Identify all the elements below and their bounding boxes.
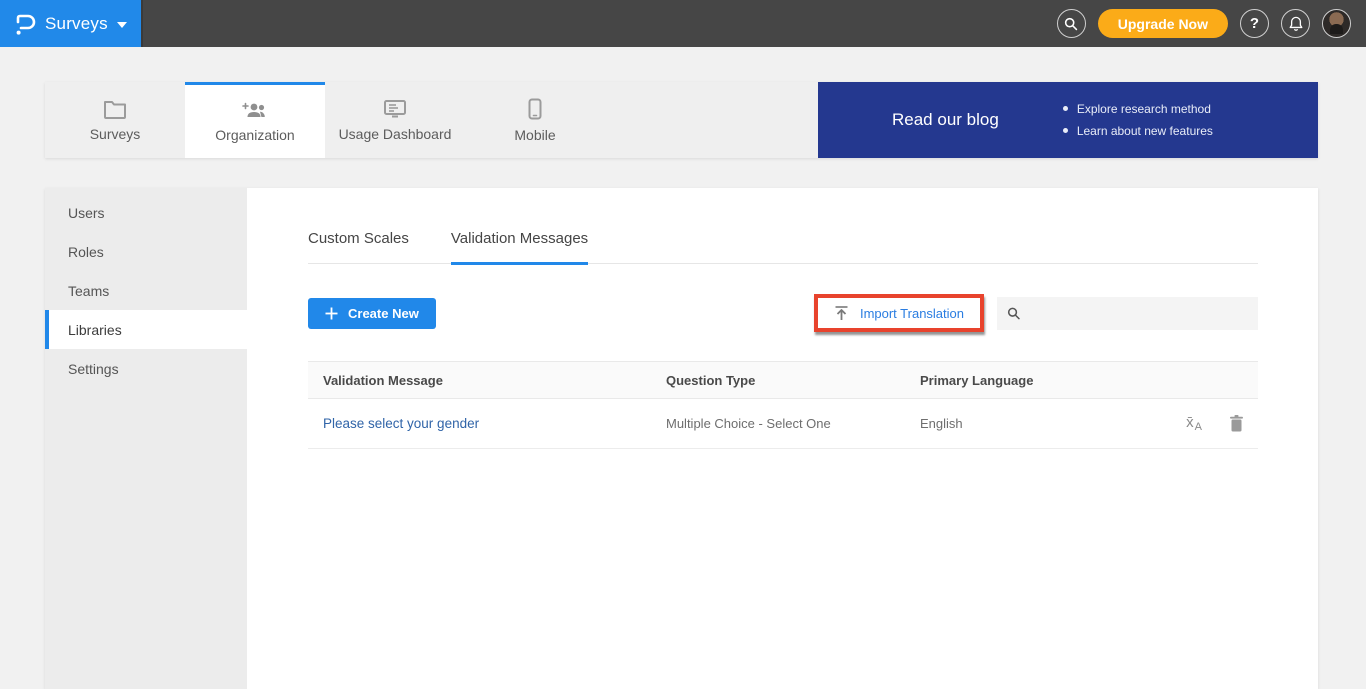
banner-bullet: Explore research method [1061, 98, 1213, 120]
help-button[interactable]: ? [1240, 9, 1269, 38]
dashboard-icon [383, 99, 407, 119]
nav-tab-label: Mobile [514, 127, 555, 143]
search-icon [1007, 306, 1021, 321]
upload-icon [834, 305, 849, 321]
topbar-actions: Upgrade Now ? [1057, 9, 1366, 38]
banner-bullet-list: Explore research method Learn about new … [1061, 98, 1213, 142]
brand-logo-icon [14, 12, 36, 36]
plus-icon [325, 307, 338, 320]
sidebar-item-teams[interactable]: Teams [45, 271, 247, 310]
search-icon [1064, 17, 1078, 31]
topbar: Surveys Upgrade Now ? [0, 0, 1366, 47]
chevron-down-icon [117, 22, 127, 28]
create-new-button[interactable]: Create New [308, 298, 436, 329]
notifications-button[interactable] [1281, 9, 1310, 38]
translate-icon[interactable]: x̄A [1186, 415, 1202, 433]
row-actions: x̄A [1158, 415, 1258, 433]
tab-validation-messages[interactable]: Validation Messages [451, 230, 588, 265]
search-button[interactable] [1057, 9, 1086, 38]
nav-tab-label: Usage Dashboard [339, 126, 452, 142]
mobile-icon [528, 98, 542, 120]
product-switcher[interactable]: Surveys [0, 0, 143, 47]
question-mark-icon: ? [1250, 15, 1259, 32]
banner-bullet: Learn about new features [1061, 120, 1213, 142]
folder-icon [103, 99, 127, 119]
tab-custom-scales[interactable]: Custom Scales [308, 230, 409, 265]
primary-language-cell: English [920, 399, 1158, 449]
nav-tab-mobile[interactable]: Mobile [465, 82, 605, 158]
nav-tab-organization[interactable]: Organization [185, 82, 325, 158]
main-card: Users Roles Teams Libraries Settings Cus… [45, 188, 1318, 689]
toolbar: Create New Import Translation [308, 294, 1258, 332]
nav-tab-label: Surveys [90, 126, 141, 142]
table-row: Please select your gender Multiple Choic… [308, 399, 1258, 449]
sidebar-item-libraries[interactable]: Libraries [45, 310, 247, 349]
product-name: Surveys [45, 14, 108, 34]
sidebar-item-roles[interactable]: Roles [45, 232, 247, 271]
nav-tab-usage-dashboard[interactable]: Usage Dashboard [325, 82, 465, 158]
bell-icon [1289, 16, 1303, 31]
sidebar-item-users[interactable]: Users [45, 193, 247, 232]
settings-sidebar: Users Roles Teams Libraries Settings [45, 188, 247, 689]
library-tabs: Custom Scales Validation Messages [308, 230, 1258, 264]
validation-message-link[interactable]: Please select your gender [323, 416, 479, 431]
column-header-primary-language: Primary Language [920, 362, 1158, 399]
column-header-question-type: Question Type [666, 362, 920, 399]
validation-messages-table: Validation Message Question Type Primary… [308, 361, 1258, 449]
people-add-icon [242, 100, 268, 120]
annotation-highlight-box: Import Translation [814, 294, 984, 332]
import-translation-label: Import Translation [860, 306, 964, 321]
delete-icon[interactable] [1229, 415, 1244, 432]
primary-nav: Surveys Organization Usage Dashboard Mob… [45, 82, 1318, 158]
column-header-validation-message: Validation Message [308, 362, 666, 399]
search-input[interactable] [1029, 306, 1248, 321]
create-new-label: Create New [348, 306, 419, 321]
nav-tab-surveys[interactable]: Surveys [45, 82, 185, 158]
nav-tab-label: Organization [215, 127, 294, 143]
libraries-content: Custom Scales Validation Messages Create… [247, 188, 1318, 689]
sidebar-item-settings[interactable]: Settings [45, 349, 247, 388]
upgrade-now-button[interactable]: Upgrade Now [1098, 9, 1228, 38]
question-type-cell: Multiple Choice - Select One [666, 399, 920, 449]
blog-banner[interactable]: Read our blog Explore research method Le… [818, 82, 1318, 158]
table-header-row: Validation Message Question Type Primary… [308, 362, 1258, 399]
column-header-actions [1158, 362, 1258, 399]
import-translation-button[interactable]: Import Translation [818, 298, 980, 328]
user-avatar[interactable] [1322, 9, 1351, 38]
banner-title: Read our blog [892, 110, 999, 130]
table-search [997, 297, 1258, 330]
